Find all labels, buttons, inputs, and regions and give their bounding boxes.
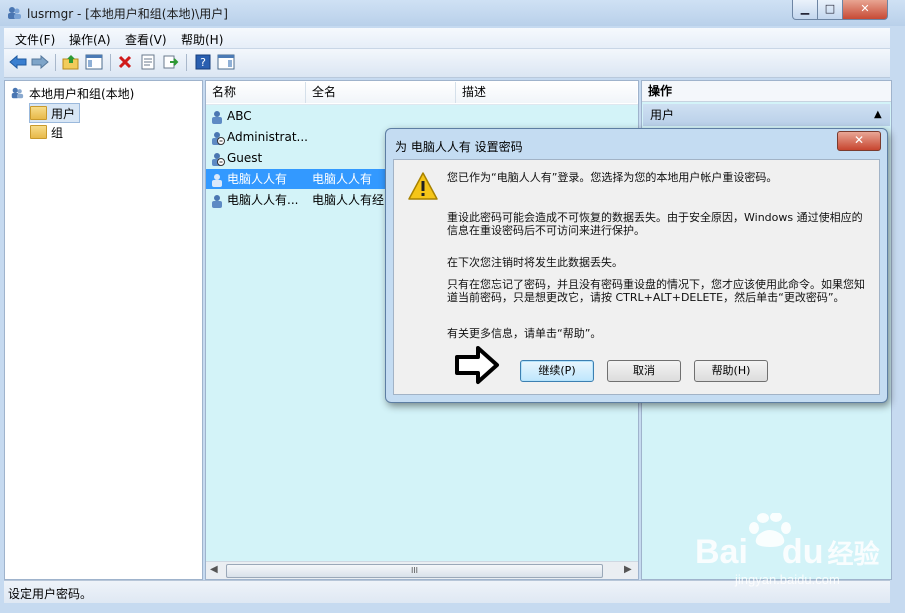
list-row[interactable]: ABC — [209, 106, 252, 126]
menu-action[interactable]: 操作(A) — [69, 31, 111, 48]
dialog-message-3: 在下次您注销时将发生此数据丢失。 — [447, 256, 623, 269]
row-name: Guest — [227, 151, 263, 165]
close-button[interactable]: ✕ — [842, 0, 888, 20]
dialog-message-2: 重设此密码可能会造成不可恢复的数据丢失。由于安全原因，Windows 通过使相应… — [447, 211, 863, 237]
dialog-message-1: 您已作为“电脑人人有”登录。您选择为您的本地用户帐户重设密码。 — [447, 171, 778, 184]
dialog-title: 为 电脑人人有 设置密码 — [395, 140, 523, 154]
dialog-body: 您已作为“电脑人人有”登录。您选择为您的本地用户帐户重设密码。 重设此密码可能会… — [393, 159, 880, 395]
column-header-description[interactable]: 描述 — [456, 82, 637, 103]
tree-item-users[interactable]: 用户 — [29, 103, 81, 123]
dialog-message-4: 只有在您忘记了密码，并且没有密码重设盘的情况下，您才应该使用此命令。如果您知道当… — [447, 278, 865, 304]
column-header-fullname[interactable]: 全名 — [306, 82, 456, 103]
help-button[interactable]: 帮助(H) — [694, 360, 768, 382]
scroll-right-icon[interactable]: ▶ — [624, 564, 632, 575]
menu-help[interactable]: 帮助(H) — [181, 31, 223, 48]
maximize-button[interactable]: □ — [817, 0, 843, 20]
up-folder-icon[interactable] — [61, 52, 81, 72]
disabled-user-icon — [212, 152, 225, 166]
row-name: 电脑人人有 — [227, 172, 288, 186]
row-fullname: 电脑人人有 — [312, 169, 387, 189]
dialog-message-5: 有关更多信息，请单击“帮助”。 — [447, 327, 602, 340]
watermark-url: jingyan.baidu.com — [735, 572, 840, 587]
tree-item-label: 用户 — [51, 106, 76, 121]
action-pane-header: 操作 — [642, 81, 891, 102]
continue-button[interactable]: 继续(P) — [520, 360, 594, 382]
warning-icon — [408, 172, 438, 200]
forward-arrow-icon[interactable] — [30, 52, 50, 72]
window-title: lusrmgr - [本地用户和组(本地)\用户] — [27, 7, 228, 21]
delete-icon[interactable] — [115, 52, 135, 72]
menu-bar: 文件(F) 操作(A) 查看(V) 帮助(H) — [4, 28, 890, 49]
user-icon — [212, 173, 222, 187]
watermark-brand-part2: du — [781, 533, 824, 571]
export-list-icon[interactable] — [161, 52, 181, 72]
tree-root[interactable]: 本地用户和组(本地) — [9, 84, 134, 102]
watermark-suffix: 经验 — [827, 539, 880, 569]
list-row[interactable]: Guest — [209, 148, 262, 168]
minimize-button[interactable]: ▁ — [792, 0, 818, 20]
disabled-user-icon — [212, 131, 225, 145]
users-app-icon — [8, 7, 21, 19]
tree-pane: 本地用户和组(本地) 用户 组 — [4, 80, 203, 580]
row-fullname: 电脑人人有经 — [312, 193, 385, 207]
collapse-arrow-icon[interactable]: ▲ — [874, 104, 882, 126]
list-row[interactable]: Administrat... — [209, 127, 308, 147]
action-pane-icon[interactable] — [216, 52, 236, 72]
svg-text:?: ? — [200, 56, 206, 69]
folder-icon — [30, 125, 47, 139]
scroll-left-icon[interactable]: ◀ — [210, 564, 218, 575]
menu-view[interactable]: 查看(V) — [125, 31, 167, 48]
row-name: ABC — [227, 109, 252, 123]
tree-root-label: 本地用户和组(本地) — [29, 86, 135, 101]
action-section-users[interactable]: 用户 ▲ — [643, 104, 890, 126]
column-header-name[interactable]: 名称 — [206, 82, 306, 103]
watermark-brand: Bai du 经验 — [695, 533, 879, 572]
status-text: 设定用户密码。 — [8, 587, 93, 601]
pointing-arrow-icon — [455, 346, 499, 384]
action-section-label: 用户 — [650, 108, 675, 122]
show-hide-tree-icon[interactable] — [84, 52, 104, 72]
app-window: lusrmgr - [本地用户和组(本地)\用户] ▁ □ ✕ 文件(F) 操作… — [0, 0, 905, 613]
user-icon — [212, 194, 222, 208]
title-bar[interactable]: lusrmgr - [本地用户和组(本地)\用户] ▁ □ ✕ — [0, 0, 905, 26]
menu-file[interactable]: 文件(F) — [15, 31, 55, 48]
dialog-close-button[interactable]: ✕ — [837, 131, 881, 151]
list-row[interactable]: 电脑人人有... — [209, 190, 298, 210]
row-name: Administrat... — [227, 130, 308, 144]
row-name: 电脑人人有... — [227, 193, 299, 207]
help-icon[interactable]: ? — [193, 52, 213, 72]
folder-icon — [30, 106, 47, 120]
tree-item-groups[interactable]: 组 — [30, 123, 63, 141]
watermark-brand-part1: Bai — [695, 533, 748, 571]
user-icon — [212, 110, 222, 124]
properties-icon[interactable] — [138, 52, 158, 72]
cancel-button[interactable]: 取消 — [607, 360, 681, 382]
toolbar: ? — [4, 49, 890, 78]
scroll-thumb[interactable]: III — [226, 564, 603, 578]
back-arrow-icon[interactable] — [8, 52, 28, 72]
users-group-icon — [11, 87, 24, 99]
tree-item-label: 组 — [51, 125, 64, 140]
set-password-dialog: 为 电脑人人有 设置密码 ✕ 您已作为“电脑人人有”登录。您选择为您的本地用户帐… — [385, 128, 888, 403]
horizontal-scrollbar[interactable]: ◀ III ▶ — [206, 561, 638, 579]
